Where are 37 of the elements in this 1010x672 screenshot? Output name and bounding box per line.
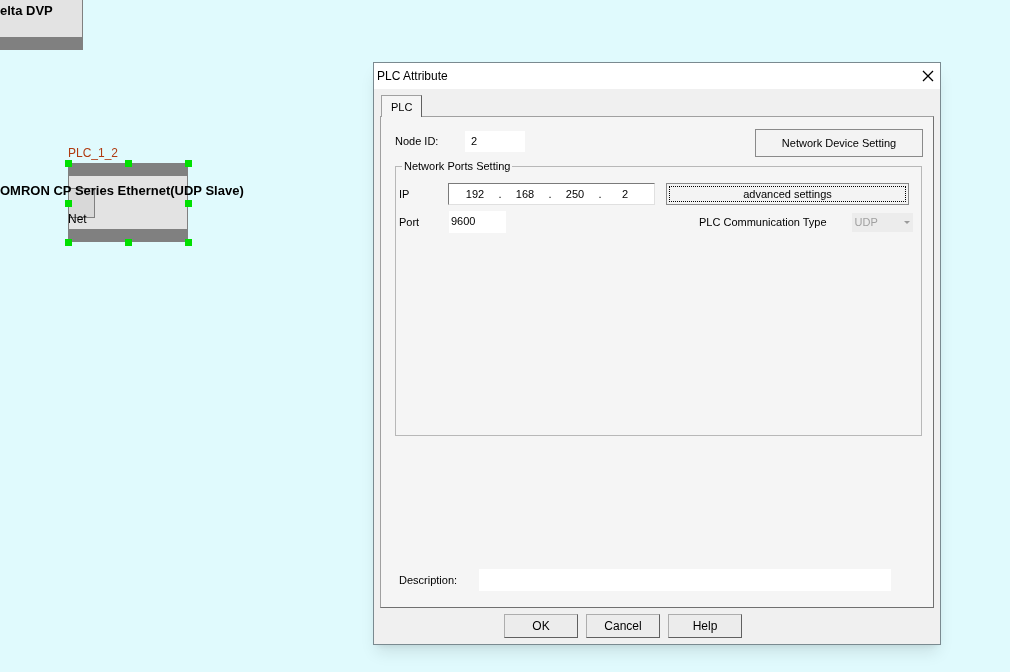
ip-address-field[interactable]: 192 . 168 . 250 . 2 — [448, 183, 655, 205]
node-label: PLC_1_2 — [68, 146, 119, 160]
advanced-settings-button[interactable]: advanced settings — [666, 183, 909, 205]
selection-handle[interactable] — [125, 239, 132, 246]
dialog-button[interactable]: Help — [668, 614, 742, 638]
tab[interactable]: PLC — [381, 95, 423, 117]
ip-octet[interactable]: 192 — [459, 185, 491, 203]
selection-handle[interactable] — [185, 239, 192, 246]
node-title: elta DVP — [0, 3, 53, 18]
input-field[interactable]: 9600 — [449, 211, 506, 233]
dialog-button[interactable]: Cancel — [586, 614, 660, 638]
field-label: Node ID: — [395, 134, 440, 150]
selection-handle[interactable] — [65, 160, 72, 167]
ip-octet[interactable]: 168 — [509, 185, 541, 203]
group-legend: Network Ports Setting — [402, 159, 513, 173]
selection-handle[interactable] — [65, 199, 72, 207]
field-label: IP — [399, 186, 411, 202]
field-label: Port — [399, 214, 421, 230]
ip-octet[interactable]: 2 — [609, 185, 641, 203]
selection-handle[interactable] — [65, 239, 72, 246]
field-label: PLC Communication Type — [699, 214, 827, 230]
window-title: PLC Attribute — [377, 68, 448, 85]
field-label: Description: — [399, 572, 459, 588]
dropdown-caret-icon — [903, 220, 910, 224]
dialog-button[interactable]: OK — [504, 614, 578, 638]
selection-handle[interactable] — [185, 199, 192, 207]
selection-handle[interactable] — [185, 160, 192, 167]
ip-octet[interactable]: 250 — [559, 185, 591, 203]
ip-separator: . — [597, 186, 603, 202]
network-device-setting-button[interactable]: Network Device Setting — [755, 129, 923, 157]
node-title: OMRON CP Series Ethernet(UDP Slave) — [0, 183, 244, 198]
ip-separator: . — [497, 186, 503, 202]
input-field[interactable]: 2 — [465, 131, 525, 152]
selection-handle[interactable] — [125, 160, 132, 167]
port-label: Net — [68, 213, 87, 226]
close-icon[interactable] — [922, 70, 934, 82]
ip-separator: . — [547, 186, 553, 202]
